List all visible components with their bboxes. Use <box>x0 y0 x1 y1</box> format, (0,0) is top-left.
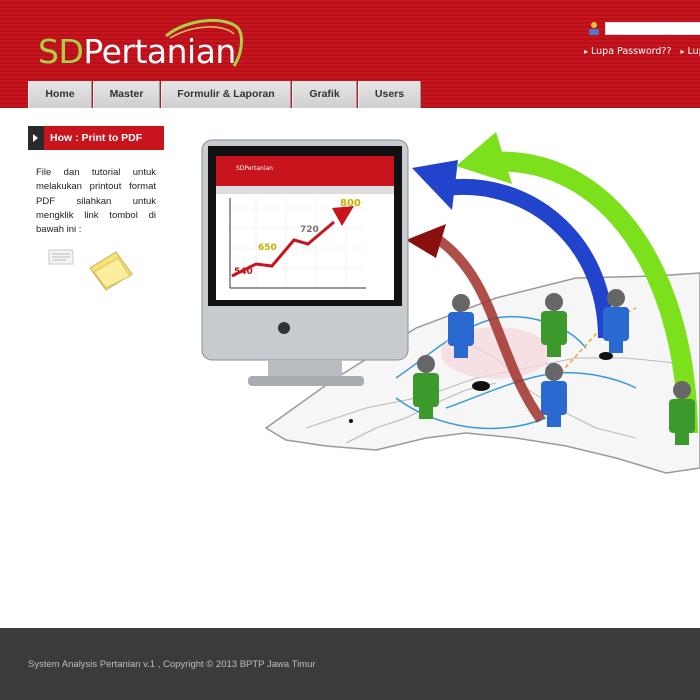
username-input[interactable] <box>605 22 700 35</box>
arrow-right-icon <box>33 134 38 142</box>
document-icon[interactable] <box>46 247 76 267</box>
forgot-password-link[interactable]: Lupa Password?? <box>591 46 671 57</box>
nav-master[interactable]: Master <box>93 81 160 108</box>
hero-illustration: SDPertanian 540 650 720 800 <box>201 132 700 474</box>
footer: System Analysis Pertanian v.1 , Copyrigh… <box>0 628 700 700</box>
sidebar-title: How : Print to PDF <box>28 126 164 150</box>
user-icon <box>589 22 599 35</box>
monitor-graphic: SDPertanian 540 650 720 800 <box>201 139 409 386</box>
nav-grafik[interactable]: Grafik <box>292 81 357 108</box>
header: SDPertanian ▸Lupa Password?? ▸Lup Home M… <box>0 0 700 108</box>
sidebar-description: File dan tutorial untuk melakukan printo… <box>36 167 156 236</box>
nav-home[interactable]: Home <box>28 81 92 108</box>
logo[interactable]: SDPertanian <box>38 14 248 74</box>
sidebar-title-text: How : Print to PDF <box>50 132 143 144</box>
chart-value: 650 <box>258 243 277 253</box>
bullet-icon: ▸ <box>680 47 685 56</box>
bullet-icon: ▸ <box>584 47 589 56</box>
logo-text: SDPertanian <box>38 32 236 71</box>
screen-brand-text: SDPertanian <box>236 165 273 172</box>
nav-users[interactable]: Users <box>358 81 421 108</box>
top-links: ▸Lupa Password?? ▸Lup <box>584 46 700 60</box>
nav-formulir-laporan[interactable]: Formulir & Laporan <box>161 81 291 108</box>
chart-value: 540 <box>234 267 253 277</box>
chart-value: 800 <box>340 198 361 209</box>
logo-pertanian: Pertanian <box>83 32 236 71</box>
logo-sd: SD <box>38 32 84 71</box>
pdf-folder-icon[interactable] <box>86 248 136 294</box>
login-box <box>587 20 700 38</box>
footer-copyright: System Analysis Pertanian v.1 , Copyrigh… <box>28 659 316 670</box>
chart-value: 720 <box>300 225 319 235</box>
second-link[interactable]: Lup <box>688 46 700 57</box>
